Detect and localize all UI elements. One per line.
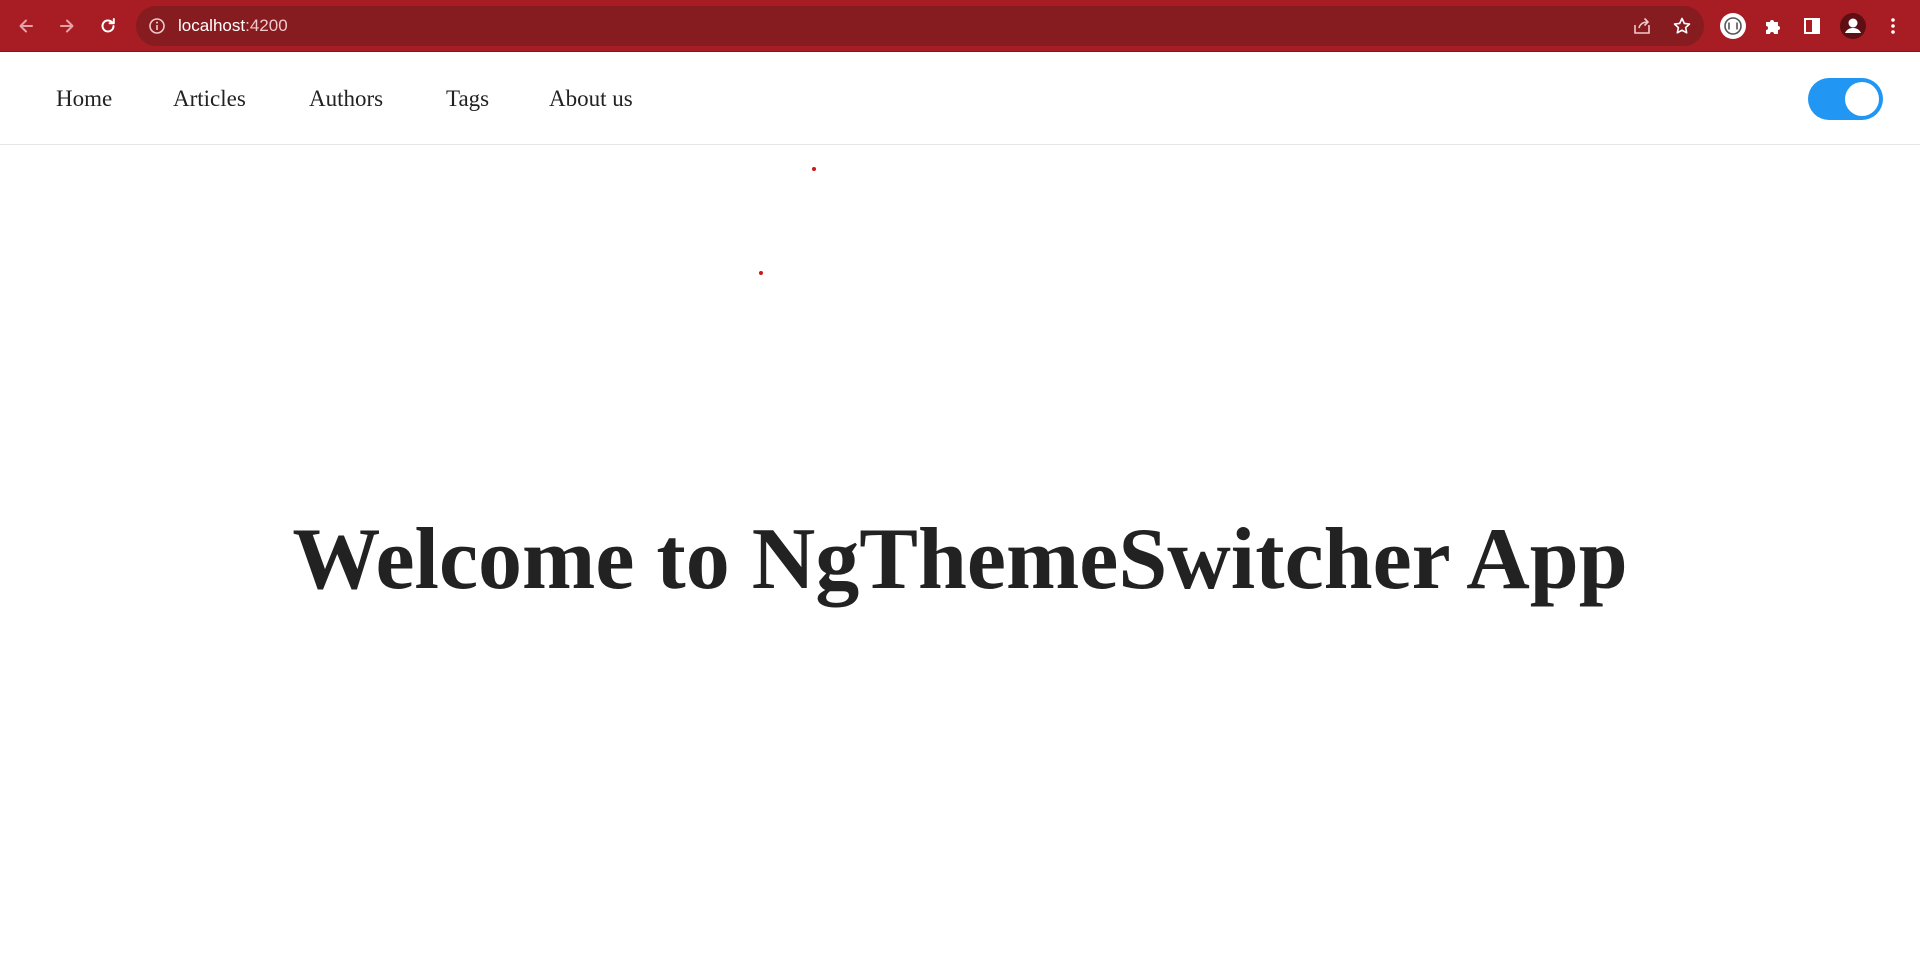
nav-tags[interactable]: Tags [446, 52, 489, 145]
kebab-menu-icon[interactable] [1878, 11, 1908, 41]
nav-home[interactable]: Home [56, 52, 112, 145]
site-info-icon[interactable] [148, 17, 166, 35]
nav-authors[interactable]: Authors [309, 52, 383, 145]
url-host: localhost [178, 16, 246, 35]
app-navbar: Home Articles Authors Tags About us [0, 52, 1920, 145]
nav-about-us[interactable]: About us [549, 52, 633, 145]
side-panel-icon[interactable] [1797, 11, 1827, 41]
red-dot [759, 271, 763, 275]
reload-icon[interactable] [93, 11, 123, 41]
welcome-heading: Welcome to NgThemeSwitcher App [292, 511, 1628, 608]
toggle-knob [1845, 82, 1879, 116]
profile-icon[interactable] [1838, 11, 1868, 41]
browser-toolbar: localhost:4200 [0, 0, 1920, 52]
share-icon[interactable] [1632, 16, 1652, 36]
puzzle-icon[interactable] [1757, 11, 1787, 41]
back-arrow-icon[interactable] [11, 11, 41, 41]
url-port: :4200 [245, 16, 288, 35]
nav-articles[interactable]: Articles [173, 52, 246, 145]
url-text: localhost:4200 [178, 6, 288, 46]
red-dot [812, 167, 816, 171]
theme-toggle-switch[interactable] [1808, 78, 1883, 120]
extension-circle-icon[interactable] [1718, 11, 1748, 41]
star-icon[interactable] [1672, 16, 1692, 36]
forward-arrow-icon[interactable] [52, 11, 82, 41]
address-bar[interactable]: localhost:4200 [136, 6, 1704, 46]
